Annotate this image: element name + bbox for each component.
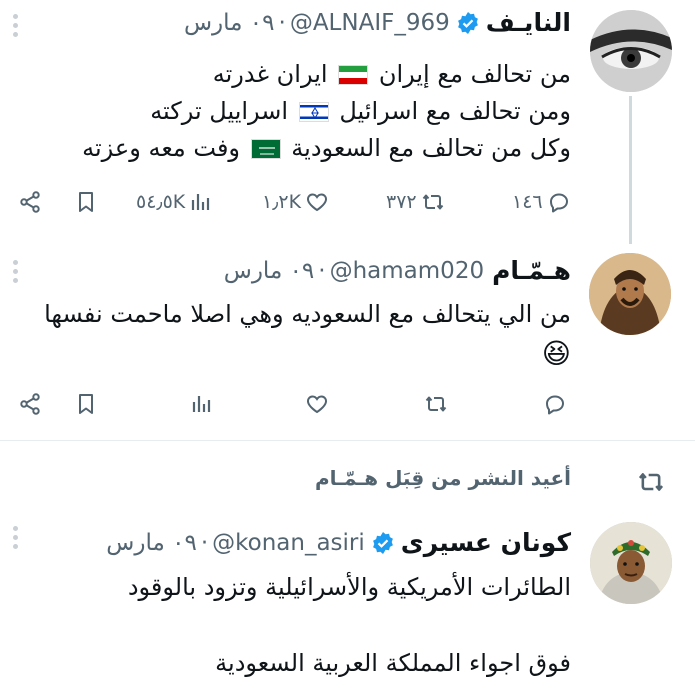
- like-icon: [307, 395, 327, 414]
- retweet-button[interactable]: [424, 386, 448, 422]
- author-handle[interactable]: @ALNAIF_969: [290, 10, 450, 36]
- saudi-flag-icon: [250, 139, 281, 159]
- views-count: ٥٤٫٥K: [136, 191, 186, 213]
- line-text: من تحالف مع إيران: [378, 60, 571, 88]
- tweet-line: من تحالف مع إيران ايران غدرته: [82, 56, 571, 93]
- reply-icon: [546, 395, 564, 415]
- tweet-header: كونان عسيرى @konan_asiri · ٠٩ مارس: [106, 528, 571, 557]
- retweets-count: ٣٧٢: [386, 191, 417, 213]
- bookmark-button[interactable]: [74, 184, 98, 220]
- tweet-hamam[interactable]: هـمّـام @hamam020 · ٠٩ مارس من الي يتحال…: [0, 246, 695, 436]
- tweet-header: هـمّـام @hamam020 · ٠٩ مارس: [224, 256, 571, 285]
- line-text: ايران غدرته: [212, 60, 328, 88]
- share-button[interactable]: [18, 386, 42, 422]
- tweet-date[interactable]: ٠٩ مارس: [184, 10, 275, 36]
- like-icon: [307, 193, 328, 212]
- retweet-button[interactable]: ٣٧٢: [386, 184, 445, 220]
- more-icon[interactable]: [8, 526, 22, 549]
- line-text: ومن تحالف مع اسرائيل: [339, 97, 571, 125]
- reply-icon: [549, 193, 568, 213]
- israel-flag-icon: [298, 102, 329, 122]
- author-name[interactable]: النايـف: [486, 8, 571, 37]
- views-button[interactable]: [190, 386, 214, 422]
- bookmark-icon: [79, 394, 93, 414]
- line-text: اسراييل تركته: [150, 97, 289, 125]
- tweet-line: ومن تحالف مع اسرائيل اسراييل تركته: [82, 93, 571, 130]
- line-text: وفت معه وعزته: [82, 134, 241, 162]
- more-icon[interactable]: [8, 14, 22, 37]
- line-text: وكل من تحالف مع السعودية: [291, 134, 571, 162]
- verified-icon: [456, 11, 480, 35]
- avatar[interactable]: [590, 10, 672, 92]
- thread-line: [629, 96, 632, 244]
- iran-flag-icon: [338, 65, 369, 85]
- author-handle[interactable]: @konan_asiri: [212, 530, 365, 556]
- retweet-icon: [425, 396, 447, 412]
- views-icon: [192, 396, 211, 412]
- divider: [0, 440, 695, 441]
- views-icon: [192, 194, 210, 210]
- tweet-date[interactable]: ٠٩ مارس: [224, 258, 315, 284]
- tweet-line: من الي يتحالف مع السعوديه وهي اصلا ماحمت…: [44, 300, 571, 328]
- tweet-alnaif[interactable]: النايـف @ALNAIF_969 · ٠٩ مارس من تحالف م…: [0, 0, 695, 244]
- tweet-text: الطائرات الأمريكية والأسرائيلية وتزود با…: [128, 568, 571, 682]
- tweet-line: فوق اجواء المملكة العربية السعودية: [215, 649, 571, 677]
- repost-label[interactable]: أعيد النشر من قِبَل هـمّـام: [315, 466, 571, 490]
- tweet-line: 😆: [541, 337, 571, 370]
- tweet-line: وكل من تحالف مع السعودية وفت معه وعزته: [82, 130, 571, 167]
- tweet-text: من تحالف مع إيران ايران غدرته ومن تحالف …: [82, 56, 571, 167]
- tweet-line: الطائرات الأمريكية والأسرائيلية وتزود با…: [127, 573, 571, 601]
- verified-icon: [371, 531, 395, 555]
- author-handle[interactable]: @hamam020: [330, 258, 484, 284]
- tweet-text: من الي يتحالف مع السعوديه وهي اصلا ماحمت…: [44, 294, 571, 374]
- tweet-konan[interactable]: كونان عسيرى @konan_asiri · ٠٩ مارس الطائ…: [0, 512, 695, 696]
- retweet-icon: [422, 194, 443, 210]
- retweet-icon: [638, 473, 664, 491]
- share-icon: [20, 393, 40, 415]
- bookmark-icon: [79, 192, 93, 212]
- bookmark-button[interactable]: [74, 386, 98, 422]
- action-bar: ٥٤٫٥K ١٫٢K ٣٧٢ ١٤٦: [0, 184, 695, 220]
- share-button[interactable]: [18, 184, 42, 220]
- action-bar: [0, 386, 695, 422]
- replies-count: ١٤٦: [512, 191, 543, 213]
- reply-button[interactable]: [543, 386, 567, 422]
- author-name[interactable]: كونان عسيرى: [401, 528, 571, 557]
- more-icon[interactable]: [8, 260, 22, 283]
- tweet-line: [128, 606, 571, 644]
- share-icon: [20, 191, 40, 213]
- author-name[interactable]: هـمّـام: [492, 256, 571, 285]
- like-button[interactable]: [305, 386, 329, 422]
- tweet-header: النايـف @ALNAIF_969 · ٠٩ مارس: [184, 8, 571, 37]
- separator-dot: ·: [318, 257, 326, 284]
- avatar[interactable]: [590, 522, 672, 604]
- avatar[interactable]: [589, 253, 671, 335]
- views-button[interactable]: ٥٤٫٥K: [136, 184, 213, 220]
- repost-indicator: أعيد النشر من قِبَل هـمّـام: [0, 462, 695, 502]
- likes-count: ١٫٢K: [262, 191, 302, 213]
- separator-dot: ·: [278, 9, 286, 36]
- separator-dot: ·: [200, 529, 209, 556]
- reply-button[interactable]: ١٤٦: [512, 184, 571, 220]
- tweet-date[interactable]: ٠٩ مارس: [106, 530, 197, 556]
- like-button[interactable]: ١٫٢K: [262, 184, 329, 220]
